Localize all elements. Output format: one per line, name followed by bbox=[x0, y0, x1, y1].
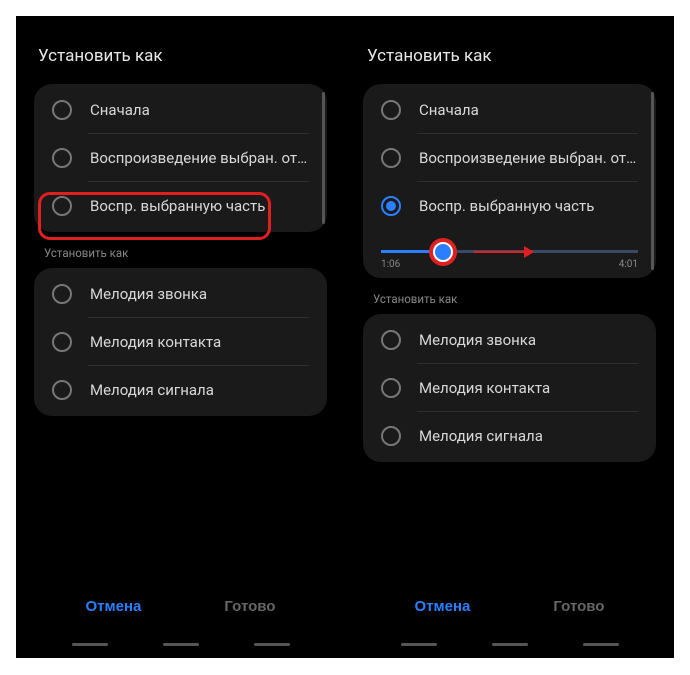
button-row: Отмена Готово bbox=[373, 598, 646, 615]
play-options-card: Сначала Воспроизведение выбран. отры.. В… bbox=[34, 84, 327, 232]
option-label: Мелодия контакта bbox=[419, 379, 550, 397]
radio-icon bbox=[52, 332, 72, 352]
right-pane: Установить как Сначала Воспроизведение в… bbox=[345, 16, 674, 658]
radio-icon bbox=[381, 330, 401, 350]
option-label: Воспроизведение выбран. отры.. bbox=[419, 149, 638, 167]
scroll-indicator bbox=[651, 92, 654, 270]
time-start: 1:06 bbox=[381, 259, 400, 270]
page-title: Установить как bbox=[367, 46, 656, 66]
nav-home-icon[interactable] bbox=[163, 643, 199, 646]
option-label: Мелодия контакта bbox=[90, 333, 221, 351]
page-title: Установить как bbox=[38, 46, 327, 66]
nav-home-icon[interactable] bbox=[492, 643, 528, 646]
option-label: Сначала bbox=[90, 101, 150, 119]
option-ringtone[interactable]: Мелодия звонка bbox=[363, 316, 656, 364]
radio-icon bbox=[52, 148, 72, 168]
done-button[interactable]: Готово bbox=[224, 598, 275, 615]
bottom-bar: Отмена Готово bbox=[345, 598, 674, 646]
option-label: Мелодия сигнала bbox=[419, 427, 543, 445]
set-as-card: Мелодия звонка Мелодия контакта Мелодия … bbox=[363, 314, 656, 462]
drag-arrow-annotation bbox=[474, 246, 534, 258]
option-from-start[interactable]: Сначала bbox=[34, 86, 327, 134]
option-label: Воспроизведение выбран. отры.. bbox=[90, 149, 309, 167]
cancel-button[interactable]: Отмена bbox=[415, 598, 471, 615]
radio-icon bbox=[381, 148, 401, 168]
radio-icon bbox=[52, 284, 72, 304]
time-end: 4:01 bbox=[619, 259, 638, 270]
nav-recent-icon[interactable] bbox=[401, 643, 437, 646]
scroll-indicator bbox=[322, 92, 325, 224]
slider-times: 1:06 4:01 bbox=[381, 259, 638, 270]
radio-icon bbox=[52, 196, 72, 216]
radio-icon bbox=[52, 100, 72, 120]
option-play-excerpt[interactable]: Воспроизведение выбран. отры.. bbox=[363, 134, 656, 182]
option-from-start[interactable]: Сначала bbox=[363, 86, 656, 134]
option-label: Сначала bbox=[419, 101, 479, 119]
android-nav-bar bbox=[44, 643, 317, 646]
radio-icon-checked bbox=[381, 196, 401, 216]
radio-icon bbox=[381, 100, 401, 120]
option-play-excerpt[interactable]: Воспроизведение выбран. отры.. bbox=[34, 134, 327, 182]
done-button[interactable]: Готово bbox=[553, 598, 604, 615]
slider-thumb-icon bbox=[435, 244, 451, 260]
slider-track bbox=[381, 250, 638, 253]
option-contact-melody[interactable]: Мелодия контакта bbox=[34, 318, 327, 366]
option-notification-melody[interactable]: Мелодия сигнала bbox=[363, 412, 656, 460]
option-label: Мелодия сигнала bbox=[90, 381, 214, 399]
option-label: Мелодия звонка bbox=[419, 331, 536, 349]
button-row: Отмена Готово bbox=[44, 598, 317, 615]
option-play-selected-part[interactable]: Воспр. выбранную часть bbox=[34, 182, 327, 230]
option-notification-melody[interactable]: Мелодия сигнала bbox=[34, 366, 327, 414]
android-nav-bar bbox=[373, 643, 646, 646]
audio-trim-slider[interactable]: 1:06 4:01 bbox=[363, 230, 656, 276]
nav-recent-icon[interactable] bbox=[72, 643, 108, 646]
screenshot-stage: Установить как Сначала Воспроизведение в… bbox=[16, 16, 674, 658]
nav-back-icon[interactable] bbox=[583, 643, 619, 646]
radio-icon bbox=[381, 378, 401, 398]
radio-icon bbox=[52, 380, 72, 400]
slider-thumb-highlight[interactable] bbox=[429, 238, 457, 266]
option-play-selected-part[interactable]: Воспр. выбранную часть bbox=[363, 182, 656, 230]
option-contact-melody[interactable]: Мелодия контакта bbox=[363, 364, 656, 412]
radio-icon bbox=[381, 426, 401, 446]
nav-back-icon[interactable] bbox=[254, 643, 290, 646]
option-ringtone[interactable]: Мелодия звонка bbox=[34, 270, 327, 318]
play-options-card: Сначала Воспроизведение выбран. отры.. В… bbox=[363, 84, 656, 278]
option-label: Мелодия звонка bbox=[90, 285, 207, 303]
cancel-button[interactable]: Отмена bbox=[86, 598, 142, 615]
option-label: Воспр. выбранную часть bbox=[419, 197, 594, 215]
set-as-subheader: Установить как bbox=[44, 246, 327, 260]
bottom-bar: Отмена Готово bbox=[16, 598, 345, 646]
set-as-subheader: Установить как bbox=[373, 292, 656, 306]
option-label: Воспр. выбранную часть bbox=[90, 197, 265, 215]
set-as-card: Мелодия звонка Мелодия контакта Мелодия … bbox=[34, 268, 327, 416]
left-pane: Установить как Сначала Воспроизведение в… bbox=[16, 16, 345, 658]
